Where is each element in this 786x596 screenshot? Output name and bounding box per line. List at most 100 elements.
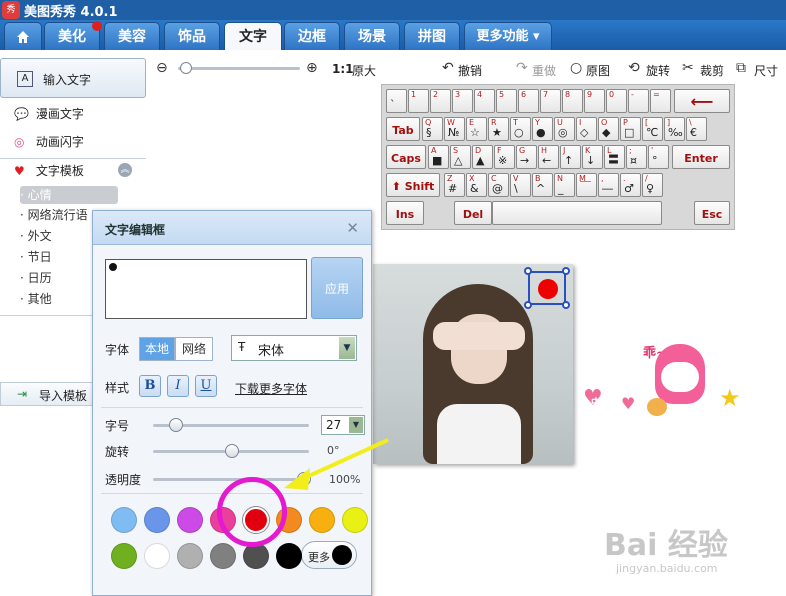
resize-handle[interactable] [524,267,532,275]
space-key[interactable] [492,201,662,225]
key[interactable]: M ￣ [576,173,597,197]
shift-key[interactable]: ⬆ Shift [386,173,440,197]
key[interactable]: \ € [686,117,707,141]
key[interactable]: H ← [538,145,559,169]
resize-handle[interactable] [562,301,570,309]
rotate-button[interactable]: 旋转 [646,62,670,79]
italic-button[interactable]: I [167,375,189,397]
tab-scene[interactable]: 场景 [344,22,400,50]
color-swatch[interactable] [111,507,137,533]
color-swatch[interactable] [309,507,335,533]
key[interactable]: 6 [518,89,539,113]
key[interactable]: J ↑ [560,145,581,169]
color-swatch[interactable] [276,543,302,569]
key[interactable]: 1 [408,89,429,113]
key[interactable]: A ■ [428,145,449,169]
crop-button[interactable]: 裁剪 [700,62,724,79]
color-swatch[interactable] [177,507,203,533]
dialog-header[interactable]: 文字编辑框 ✕ [93,211,371,245]
key[interactable]: N _ [554,173,575,197]
key[interactable]: K ↓ [582,145,603,169]
tab-collage[interactable]: 拼图 [404,22,460,50]
close-icon[interactable]: ✕ [346,219,359,237]
sidebar-item-text-template[interactable]: ♥ 文字模板 [14,161,84,181]
color-swatch[interactable] [243,543,269,569]
tab-beauty[interactable]: 美容 [104,22,160,50]
tab-more-features[interactable]: 更多功能 ▾ [464,22,552,50]
resize-handle[interactable] [562,267,570,275]
key[interactable]: E ☆ [466,117,487,141]
color-swatch[interactable] [177,543,203,569]
tab-border[interactable]: 边框 [284,22,340,50]
key[interactable]: [℃ [642,117,663,141]
key[interactable]: L 〓 [604,145,625,169]
resize-handle[interactable] [524,301,532,309]
template-category[interactable]: · 外文 [20,227,52,245]
color-swatch[interactable] [210,543,236,569]
backspace-key[interactable]: ⟵ [674,89,730,113]
key[interactable]: 3 [452,89,473,113]
key[interactable]: = [650,89,671,113]
del-key[interactable]: Del [454,201,492,225]
key[interactable]: 7 [540,89,561,113]
esc-key[interactable]: Esc [694,201,730,225]
key[interactable]: , ― [598,173,619,197]
key[interactable]: 9 [584,89,605,113]
template-category[interactable]: · 其他 [20,290,52,308]
text-input-area[interactable] [105,259,307,319]
key[interactable]: O ◆ [598,117,619,141]
key[interactable]: S △ [450,145,471,169]
key[interactable]: ` [386,89,407,113]
undo-icon[interactable]: ↶ [442,60,454,76]
template-category[interactable]: · 节日 [20,248,52,266]
key[interactable]: 5 [496,89,517,113]
tab-accessories[interactable]: 饰品 [164,22,220,50]
caps-key[interactable]: Caps [386,145,426,169]
size-slider-thumb[interactable] [169,418,183,432]
resize-icon[interactable]: ⧉ [736,60,746,76]
key[interactable]: C @ [488,173,509,197]
key[interactable]: F ※ [494,145,515,169]
font-family-select[interactable]: Ŧ 宋体 ▼ [231,335,357,361]
sidebar-item-animated-text[interactable]: ◎ 动画闪字 [14,132,84,152]
sidebar-item-comic-text[interactable]: 💬 漫画文字 [14,104,84,124]
collapse-icon[interactable]: ︽ [118,163,132,177]
key[interactable]: G → [516,145,537,169]
tab-beautify[interactable]: 美化 [44,21,102,50]
cartoon-sticker[interactable]: ♥ 中 ♥ 乖~ ★ [583,340,753,430]
rotate-slider-thumb[interactable] [225,444,239,458]
key[interactable]: . ♂ [620,173,641,197]
zoom-slider-thumb[interactable] [180,62,192,74]
tab-key[interactable]: Tab [386,117,420,141]
original-icon[interactable]: ○ [570,60,582,76]
key[interactable]: Z # [444,173,465,197]
key[interactable]: ] ‰ [664,117,685,141]
template-category[interactable]: · 网络流行语 [20,206,88,224]
tab-text[interactable]: 文字 [224,22,282,50]
ins-key[interactable]: Ins [386,201,424,225]
redo-button[interactable]: 重做 [532,62,556,79]
key[interactable]: ; ¤ [626,145,647,169]
template-category[interactable]: · 心情 [20,186,118,204]
more-colors-button[interactable]: 更多 [301,541,357,569]
key[interactable]: 2 [430,89,451,113]
original-size-button[interactable]: 原大 [352,62,376,79]
key[interactable]: V \ [510,173,531,197]
zoom-out-icon[interactable]: ⊖ [156,60,168,76]
zoom-in-icon[interactable]: ⊕ [306,60,318,76]
key[interactable]: - [628,89,649,113]
underline-button[interactable]: U [195,375,217,397]
scissors-icon[interactable]: ✂ [682,60,694,76]
apply-button[interactable]: 应用 [311,257,363,319]
key[interactable]: 8 [562,89,583,113]
color-swatch[interactable] [144,507,170,533]
key[interactable]: X & [466,173,487,197]
bold-button[interactable]: B [139,375,161,397]
key[interactable]: U ◎ [554,117,575,141]
key[interactable]: R ★ [488,117,509,141]
key[interactable]: 0 [606,89,627,113]
input-text-button[interactable]: A 输入文字 [0,58,146,98]
color-swatch[interactable] [144,543,170,569]
undo-button[interactable]: 撤销 [458,62,482,79]
font-local-toggle[interactable]: 本地 [139,337,175,361]
